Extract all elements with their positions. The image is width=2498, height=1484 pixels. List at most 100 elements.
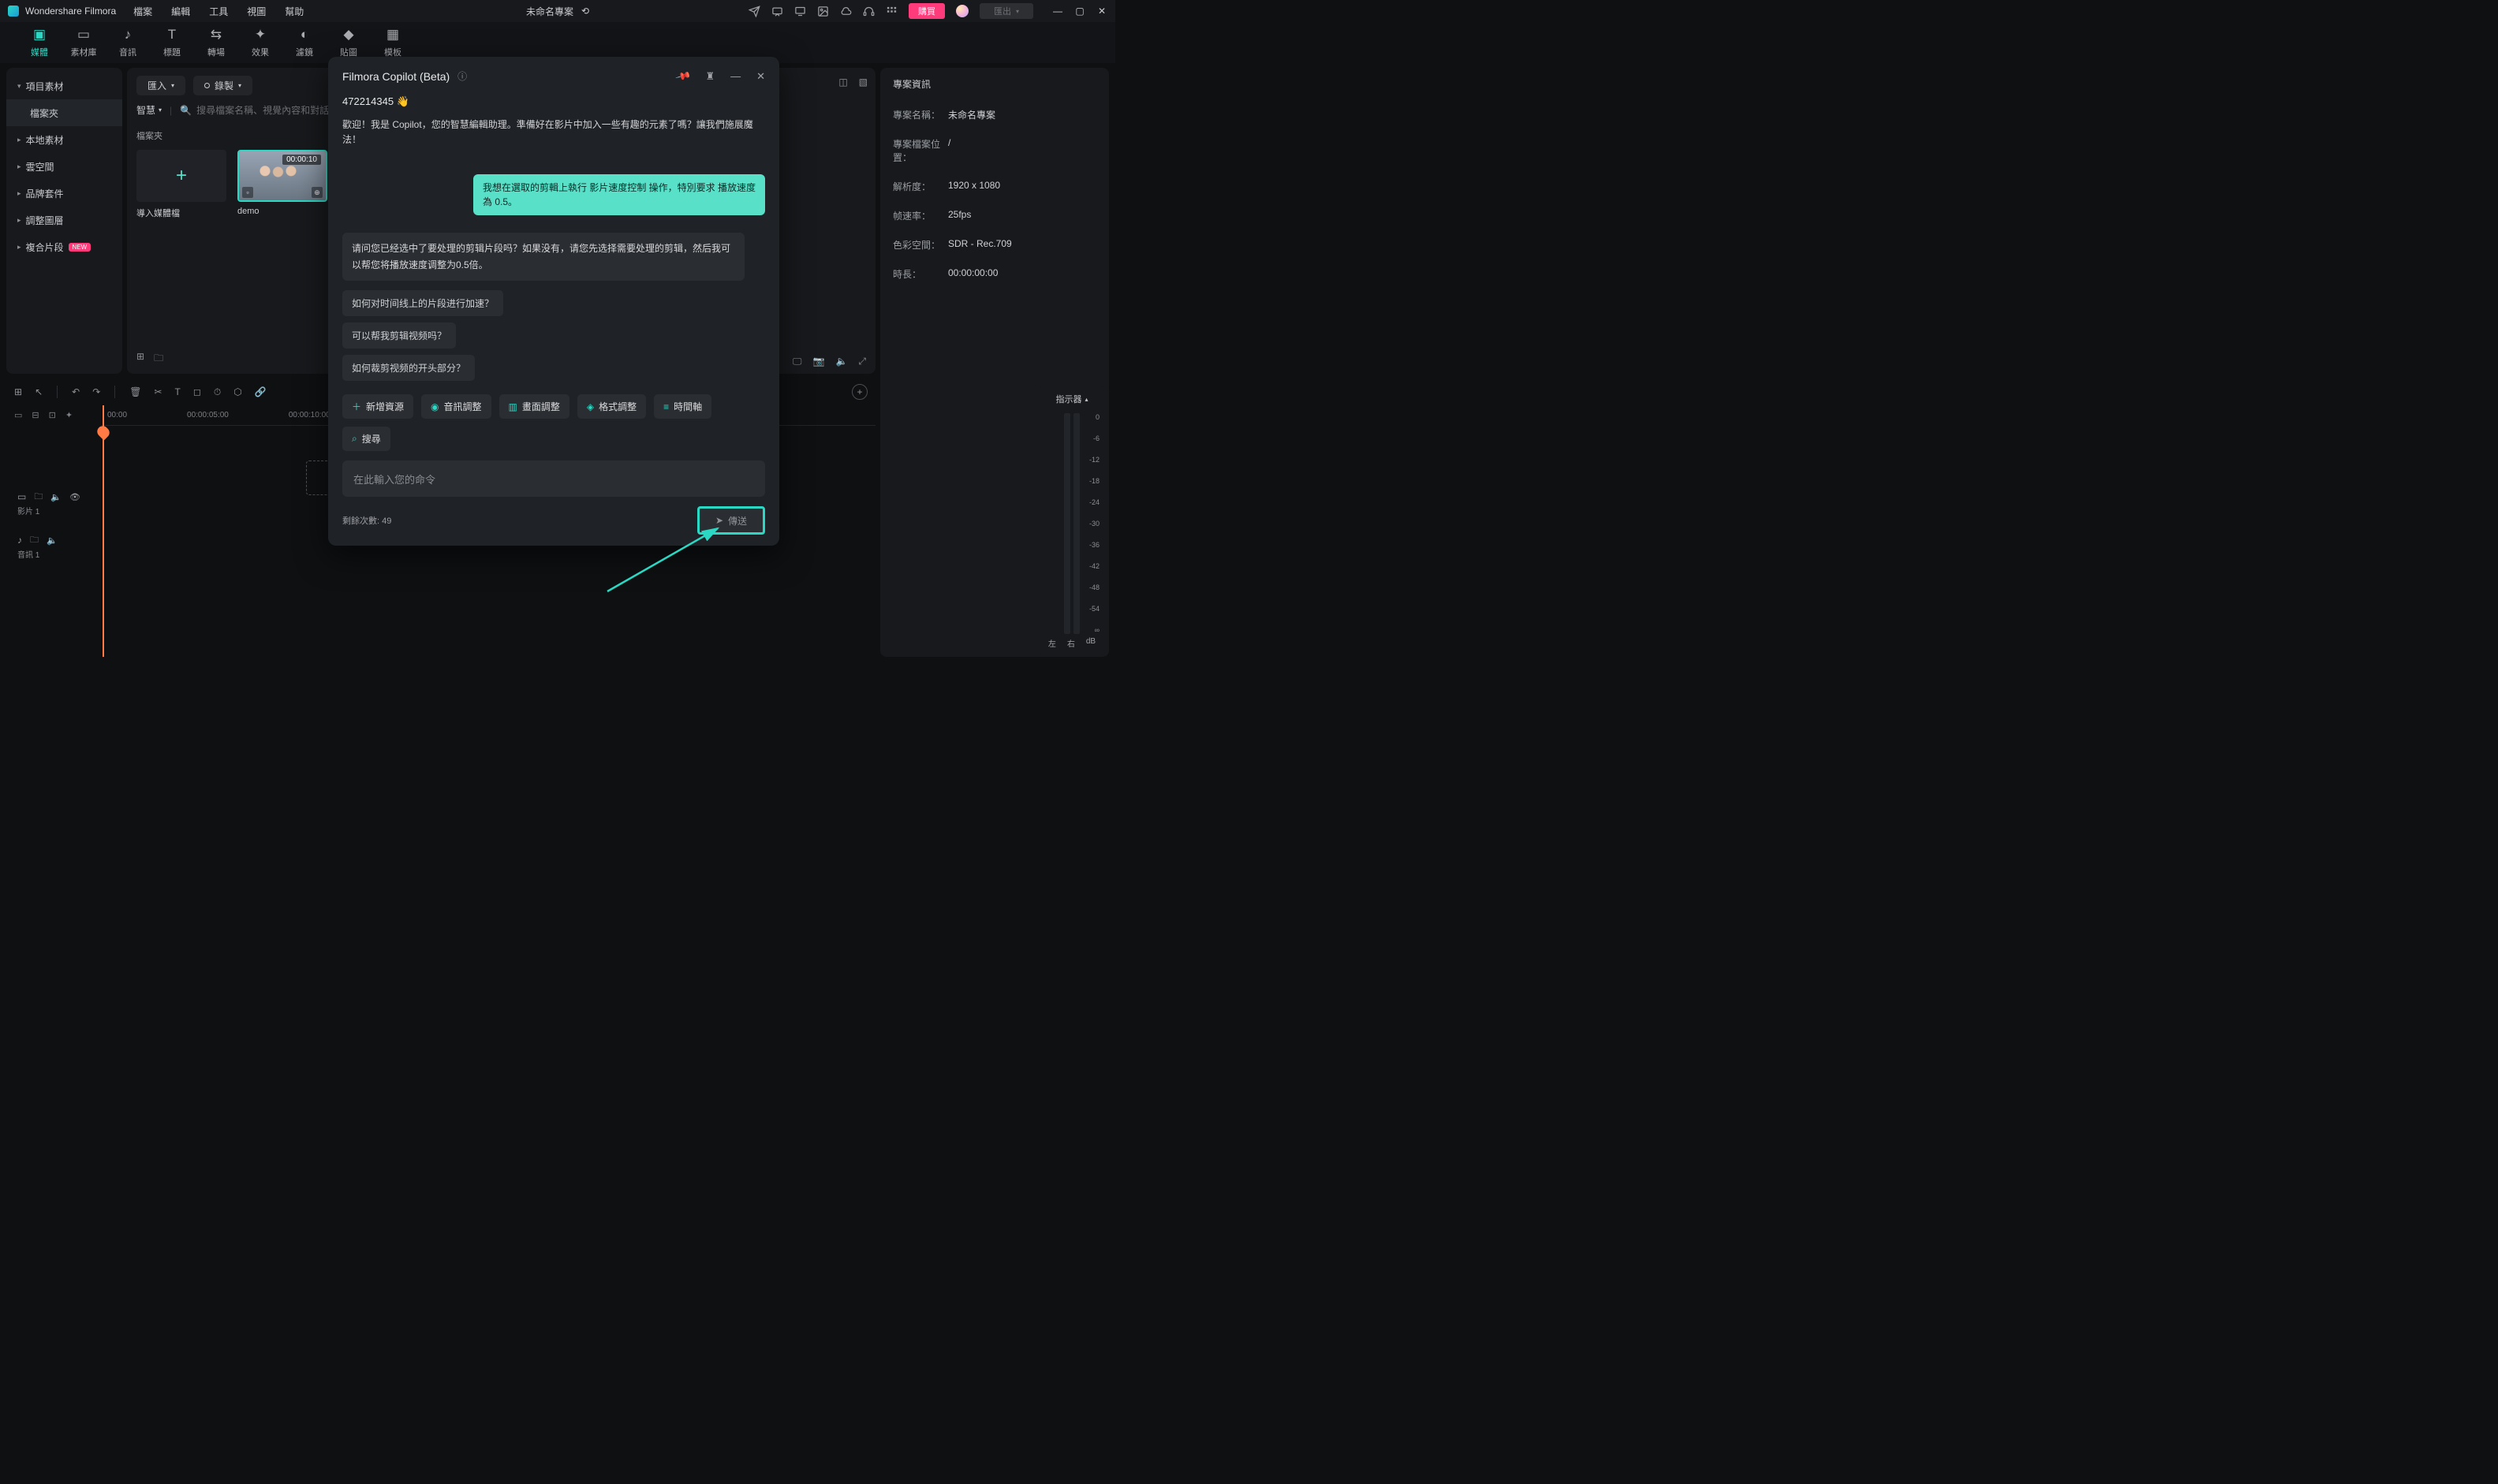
properties-title: 專案資訊: [893, 77, 1096, 91]
tab-audio[interactable]: ♪音訊: [106, 27, 150, 58]
tl-opt4-icon[interactable]: ✦: [65, 410, 73, 420]
chat-icon[interactable]: [771, 6, 783, 17]
sidebar-item-project[interactable]: ▾項目素材: [6, 73, 122, 99]
import-dropdown[interactable]: 匯入▾: [136, 76, 185, 95]
chip-audio[interactable]: ◉音訊調整: [421, 394, 491, 419]
user-avatar[interactable]: [956, 5, 969, 17]
robot-icon[interactable]: ♜: [705, 70, 715, 83]
copilot-input[interactable]: 在此輸入您的命令: [342, 460, 765, 497]
crop-icon[interactable]: ◻: [193, 386, 201, 398]
window-minimize[interactable]: —: [1052, 6, 1063, 17]
sidebar-item-local[interactable]: ▸本地素材: [6, 126, 122, 153]
prop-key: 時長：: [893, 267, 948, 281]
prop-key: 色彩空間：: [893, 238, 948, 252]
export-button[interactable]: 匯出▾: [980, 3, 1033, 19]
smart-dropdown[interactable]: 智慧▾: [136, 103, 162, 117]
snapshot-icon[interactable]: ▧: [859, 76, 868, 88]
pin-icon[interactable]: 📌: [674, 68, 692, 85]
folder-icon[interactable]: 🗀: [154, 351, 163, 367]
chip-search[interactable]: ⌕搜尋: [342, 427, 390, 451]
delete-icon[interactable]: 🗑: [129, 386, 141, 398]
text-icon[interactable]: T: [175, 386, 181, 398]
redo-icon[interactable]: ↷: [92, 386, 100, 397]
prop-key: 專案檔案位置：: [893, 137, 948, 164]
camera-icon[interactable]: 📷: [812, 356, 824, 367]
titlebar: Wondershare Filmora 檔案 編輯 工具 視圖 幫助 未命名專案…: [0, 0, 1115, 22]
tab-templates[interactable]: ▦模板: [371, 27, 415, 58]
sidebar-label: 品牌套件: [26, 187, 64, 200]
copilot-suggestion[interactable]: 如何裁剪视频的开头部分？: [342, 355, 475, 381]
sidebar-item-folder[interactable]: 檔案夾: [6, 99, 122, 126]
meter-bar-left: [1064, 413, 1070, 634]
copilot-suggestion[interactable]: 如何对时间线上的片段进行加速？: [342, 290, 503, 316]
history-icon[interactable]: ⟲: [581, 6, 589, 17]
tab-titles[interactable]: T標題: [150, 27, 194, 58]
display-icon[interactable]: 🖵: [793, 356, 802, 367]
meter-title: 指示器: [1055, 393, 1081, 405]
copilot-suggestion[interactable]: 可以帮我剪辑视频吗？: [342, 323, 456, 349]
layout-icon[interactable]: ⊞: [14, 386, 22, 397]
tab-stock[interactable]: ▭素材庫: [62, 27, 106, 58]
send-icon[interactable]: [749, 6, 760, 17]
app-name: Wondershare Filmora: [25, 6, 116, 17]
ai-icon[interactable]: ⬡: [233, 386, 241, 398]
window-maximize[interactable]: ▢: [1074, 6, 1085, 17]
info-icon[interactable]: ⓘ: [457, 69, 467, 83]
link-icon[interactable]: 🔗: [255, 386, 267, 398]
sidebar-item-compound[interactable]: ▸複合片段NEW: [6, 233, 122, 260]
menu-help[interactable]: 幫助: [285, 5, 304, 18]
chip-add-resource[interactable]: ＋新增資源: [342, 394, 413, 419]
sidebar-item-adjust[interactable]: ▸調整圖層: [6, 207, 122, 233]
clip-badge-icon: ▫: [242, 187, 253, 198]
window-close[interactable]: ✕: [1096, 6, 1107, 17]
record-label: 錄製: [215, 79, 233, 92]
plus-icon: +: [176, 165, 187, 187]
monitor-icon[interactable]: [794, 6, 806, 17]
headset-icon[interactable]: [863, 6, 875, 17]
tab-media[interactable]: ▣媒體: [17, 27, 62, 58]
sidebar-item-cloud[interactable]: ▸雲空間: [6, 153, 122, 180]
import-label: 匯入: [147, 79, 166, 92]
copilot-minimize[interactable]: —: [730, 70, 741, 82]
chip-screen[interactable]: ▥畫面調整: [499, 394, 569, 419]
clip-add-icon[interactable]: ⊕: [312, 187, 323, 198]
copilot-send-button[interactable]: ➤傳送: [697, 506, 765, 535]
undo-icon[interactable]: ↶: [72, 386, 80, 397]
record-dropdown[interactable]: 錄製▾: [193, 76, 252, 95]
copilot-remaining: 剩餘次數: 49: [342, 514, 391, 527]
tab-filters[interactable]: ◐濾鏡: [282, 27, 327, 58]
sidebar-item-brand[interactable]: ▸品牌套件: [6, 180, 122, 207]
tl-opt2-icon[interactable]: ⊟: [32, 410, 39, 420]
chip-format[interactable]: ◈格式調整: [577, 394, 646, 419]
menu-file[interactable]: 檔案: [133, 5, 152, 18]
project-title-area: 未命名專案 ⟲: [526, 5, 589, 18]
menu-edit[interactable]: 編輯: [171, 5, 190, 18]
clip-tile-demo[interactable]: 00:00:10 ▫⊕ demo: [237, 150, 327, 219]
add-track-button[interactable]: +: [852, 384, 868, 400]
copilot-close[interactable]: ✕: [756, 70, 765, 83]
image-icon[interactable]: [817, 6, 829, 17]
cursor-icon[interactable]: ↖: [35, 386, 43, 397]
buy-button[interactable]: 購買: [909, 3, 945, 19]
tab-transitions[interactable]: ⇆轉場: [194, 27, 238, 58]
expand-icon[interactable]: ⤢: [858, 356, 866, 367]
tab-effects[interactable]: ✦效果: [238, 27, 282, 58]
import-tile[interactable]: + 導入媒體檔: [136, 150, 226, 219]
prop-val: /: [948, 137, 950, 164]
playhead[interactable]: [103, 405, 104, 657]
tab-stickers[interactable]: ◆貼圖: [327, 27, 371, 58]
apps-icon[interactable]: [886, 6, 898, 17]
compare-icon[interactable]: ◫: [838, 76, 847, 88]
speed-icon[interactable]: ⏱: [214, 386, 221, 398]
tl-opt3-icon[interactable]: ⊡: [49, 410, 56, 420]
chip-timeline[interactable]: ≡時間軸: [654, 394, 711, 419]
search-icon: ⌕: [352, 433, 357, 445]
menu-view[interactable]: 視圖: [247, 5, 266, 18]
tl-opt1-icon[interactable]: ▭: [14, 410, 22, 420]
new-folder-icon[interactable]: ⊞: [136, 351, 144, 367]
menu-tools[interactable]: 工具: [209, 5, 228, 18]
cloud-icon[interactable]: [840, 6, 852, 17]
video-track-icon: ▭: [17, 491, 26, 502]
cut-icon[interactable]: ✂: [154, 386, 162, 398]
volume-icon[interactable]: 🔈: [835, 356, 847, 367]
